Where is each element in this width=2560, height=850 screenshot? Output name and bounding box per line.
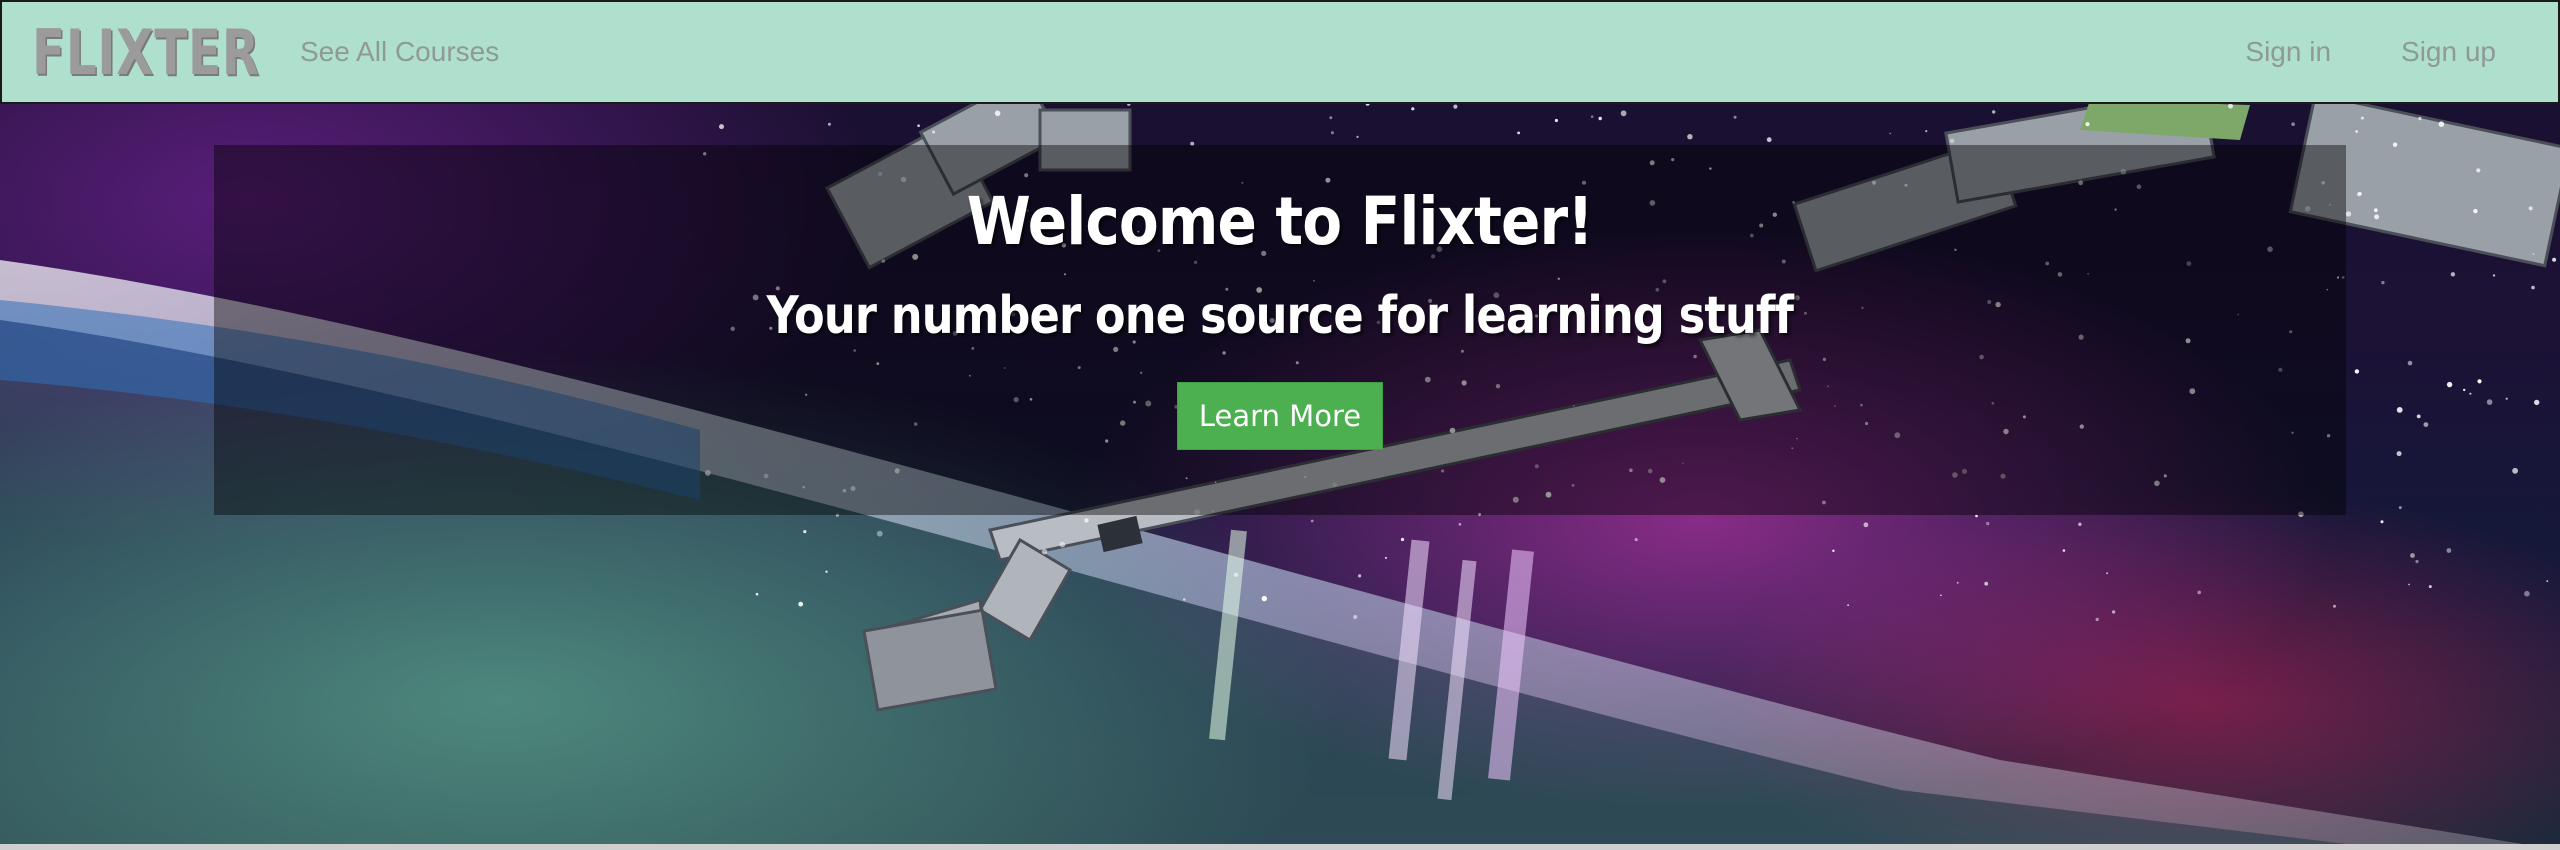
sign-up-link[interactable]: Sign up <box>2401 36 2496 68</box>
auth-links: Sign in Sign up <box>2245 36 2528 68</box>
sign-in-link[interactable]: Sign in <box>2245 36 2331 68</box>
top-navbar: FLIXTER See All Courses Sign in Sign up <box>0 0 2560 104</box>
page: FLIXTER See All Courses Sign in Sign up … <box>0 0 2560 850</box>
see-all-courses-link[interactable]: See All Courses <box>300 36 499 68</box>
brand-logo[interactable]: FLIXTER <box>32 16 259 89</box>
learn-more-button[interactable]: Learn More <box>1177 382 1383 450</box>
page-bottom-border <box>0 844 2560 850</box>
hero-jumbotron: Welcome to Flixter! Your number one sour… <box>214 145 2346 515</box>
hero-subtitle: Your number one source for learning stuf… <box>766 286 1794 346</box>
hero-title: Welcome to Flixter! <box>966 183 1594 260</box>
